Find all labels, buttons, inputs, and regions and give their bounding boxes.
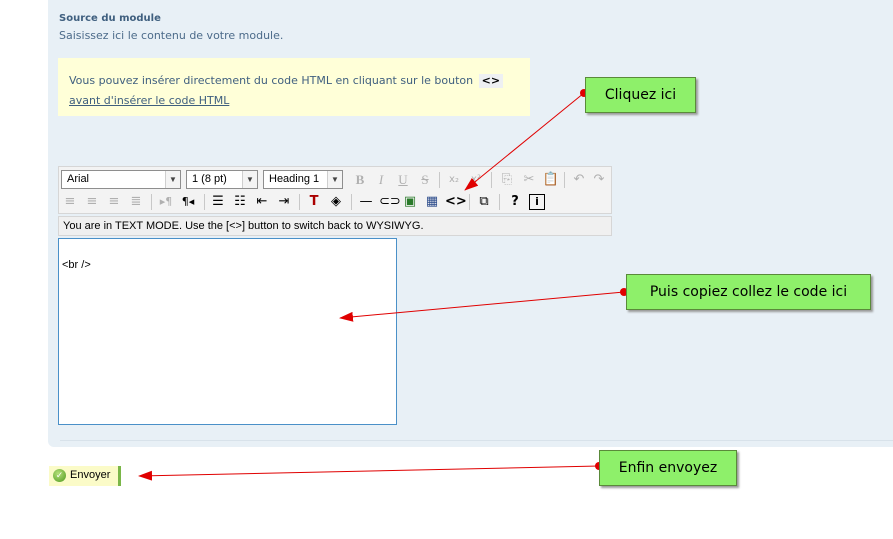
callout-send: Enfin envoyez <box>599 450 737 486</box>
annotation-arrows <box>138 89 628 481</box>
arrow-to-editor <box>339 291 625 322</box>
callout-click-here: Cliquez ici <box>585 77 696 113</box>
callout-paste-here: Puis copiez collez le code ici <box>626 274 871 310</box>
arrow-to-send <box>138 465 600 481</box>
arrow-to-html-button <box>464 92 585 191</box>
